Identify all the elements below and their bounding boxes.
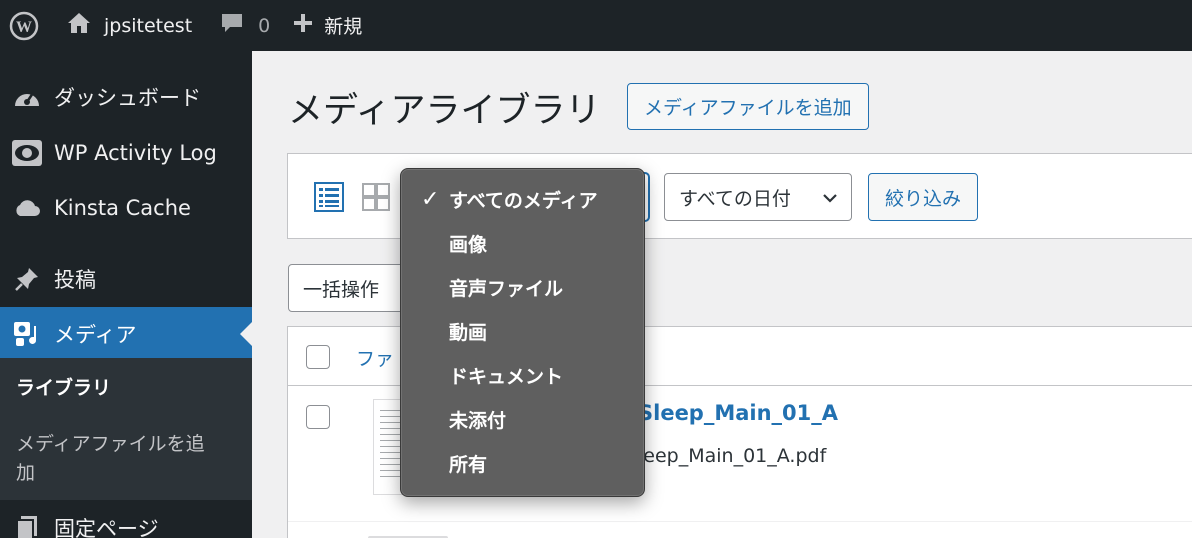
dropdown-option-documents[interactable]: ドキュメント xyxy=(449,362,563,389)
page-icon xyxy=(0,514,54,538)
date-filter-value: すべての日付 xyxy=(679,187,791,210)
submenu-add-new-line1: メディアファイルを追 xyxy=(16,433,205,455)
main-content: メディアライブラリ メディアファイルを追加 すべての日付 絞り込み 一括操作 フ… xyxy=(252,51,1192,538)
admin-bar: W jpsitetest 0 新規 xyxy=(0,0,1192,51)
sidebar-item-dashboard[interactable]: ダッシュボード xyxy=(0,72,252,122)
dropdown-option-mine[interactable]: 所有 xyxy=(449,450,487,477)
select-all-checkbox[interactable] xyxy=(306,345,330,369)
site-name-link[interactable]: jpsitetest xyxy=(66,0,192,51)
media-submenu: ライブラリ メディアファイルを追 加 xyxy=(0,358,252,500)
sidebar-item-pages[interactable]: 固定ページ xyxy=(0,503,252,538)
media-type-dropdown: ✓ すべてのメディア 画像 音声ファイル 動画 ドキュメント 未添付 所有 xyxy=(400,168,645,497)
dropdown-option-all-media[interactable]: すべてのメディア xyxy=(449,186,598,213)
chevron-down-icon xyxy=(821,189,839,212)
dropdown-option-audio[interactable]: 音声ファイル xyxy=(449,274,563,301)
eye-icon xyxy=(0,138,54,168)
sidebar-item-label: Kinsta Cache xyxy=(54,196,191,220)
add-new-media-button[interactable]: メディアファイルを追加 xyxy=(627,83,869,130)
pin-icon xyxy=(0,266,54,292)
column-header-file[interactable]: ファ xyxy=(356,344,394,371)
date-filter-select[interactable]: すべての日付 xyxy=(664,173,852,221)
new-content-link[interactable]: 新規 xyxy=(292,0,362,51)
table-row xyxy=(288,521,1192,538)
sidebar-item-label: メディア xyxy=(54,323,137,347)
grid-view-icon[interactable] xyxy=(361,182,391,216)
sidebar-item-label: ダッシュボード xyxy=(54,86,201,110)
sidebar-item-label: 投稿 xyxy=(54,268,96,292)
submenu-add-new-line2: 加 xyxy=(16,462,36,484)
home-icon xyxy=(66,11,92,40)
submenu-library[interactable]: ライブラリ xyxy=(16,374,111,403)
media-icon xyxy=(0,320,54,348)
filter-button[interactable]: 絞り込み xyxy=(868,173,979,221)
media-title-link[interactable]: Sleep_Main_01_A xyxy=(638,401,838,425)
comments-link[interactable]: 0 xyxy=(220,0,270,51)
checkmark-icon: ✓ xyxy=(421,187,440,212)
cloud-icon xyxy=(0,198,54,218)
svg-text:W: W xyxy=(16,19,32,36)
media-filename: leep_Main_01_A.pdf xyxy=(638,445,827,467)
page-title: メディアライブラリ xyxy=(288,91,601,131)
comment-icon xyxy=(220,11,244,40)
row-checkbox[interactable] xyxy=(306,405,330,429)
dropdown-option-video[interactable]: 動画 xyxy=(449,318,487,345)
comments-count: 0 xyxy=(258,14,271,37)
sidebar-item-kinsta-cache[interactable]: Kinsta Cache xyxy=(0,183,252,233)
sidebar-item-media[interactable]: メディア xyxy=(0,307,252,361)
dropdown-option-unattached[interactable]: 未添付 xyxy=(449,406,506,433)
list-view-icon[interactable] xyxy=(314,182,344,216)
sidebar-item-label: WP Activity Log xyxy=(54,141,217,165)
wordpress-logo-icon[interactable]: W xyxy=(0,0,48,51)
dropdown-option-images[interactable]: 画像 xyxy=(449,230,487,257)
sidebar-item-label: 固定ページ xyxy=(54,517,159,538)
submenu-add-new[interactable]: メディアファイルを追 加 xyxy=(16,430,205,488)
sidebar-item-posts[interactable]: 投稿 xyxy=(0,254,252,304)
sidebar-item-activity-log[interactable]: WP Activity Log xyxy=(0,128,252,178)
new-label: 新規 xyxy=(324,16,363,38)
dashboard-icon xyxy=(0,84,54,110)
site-name: jpsitetest xyxy=(104,14,193,37)
plus-icon xyxy=(292,12,314,39)
admin-sidebar: ダッシュボード WP Activity Log Kinsta Cache 投稿 … xyxy=(0,51,252,538)
